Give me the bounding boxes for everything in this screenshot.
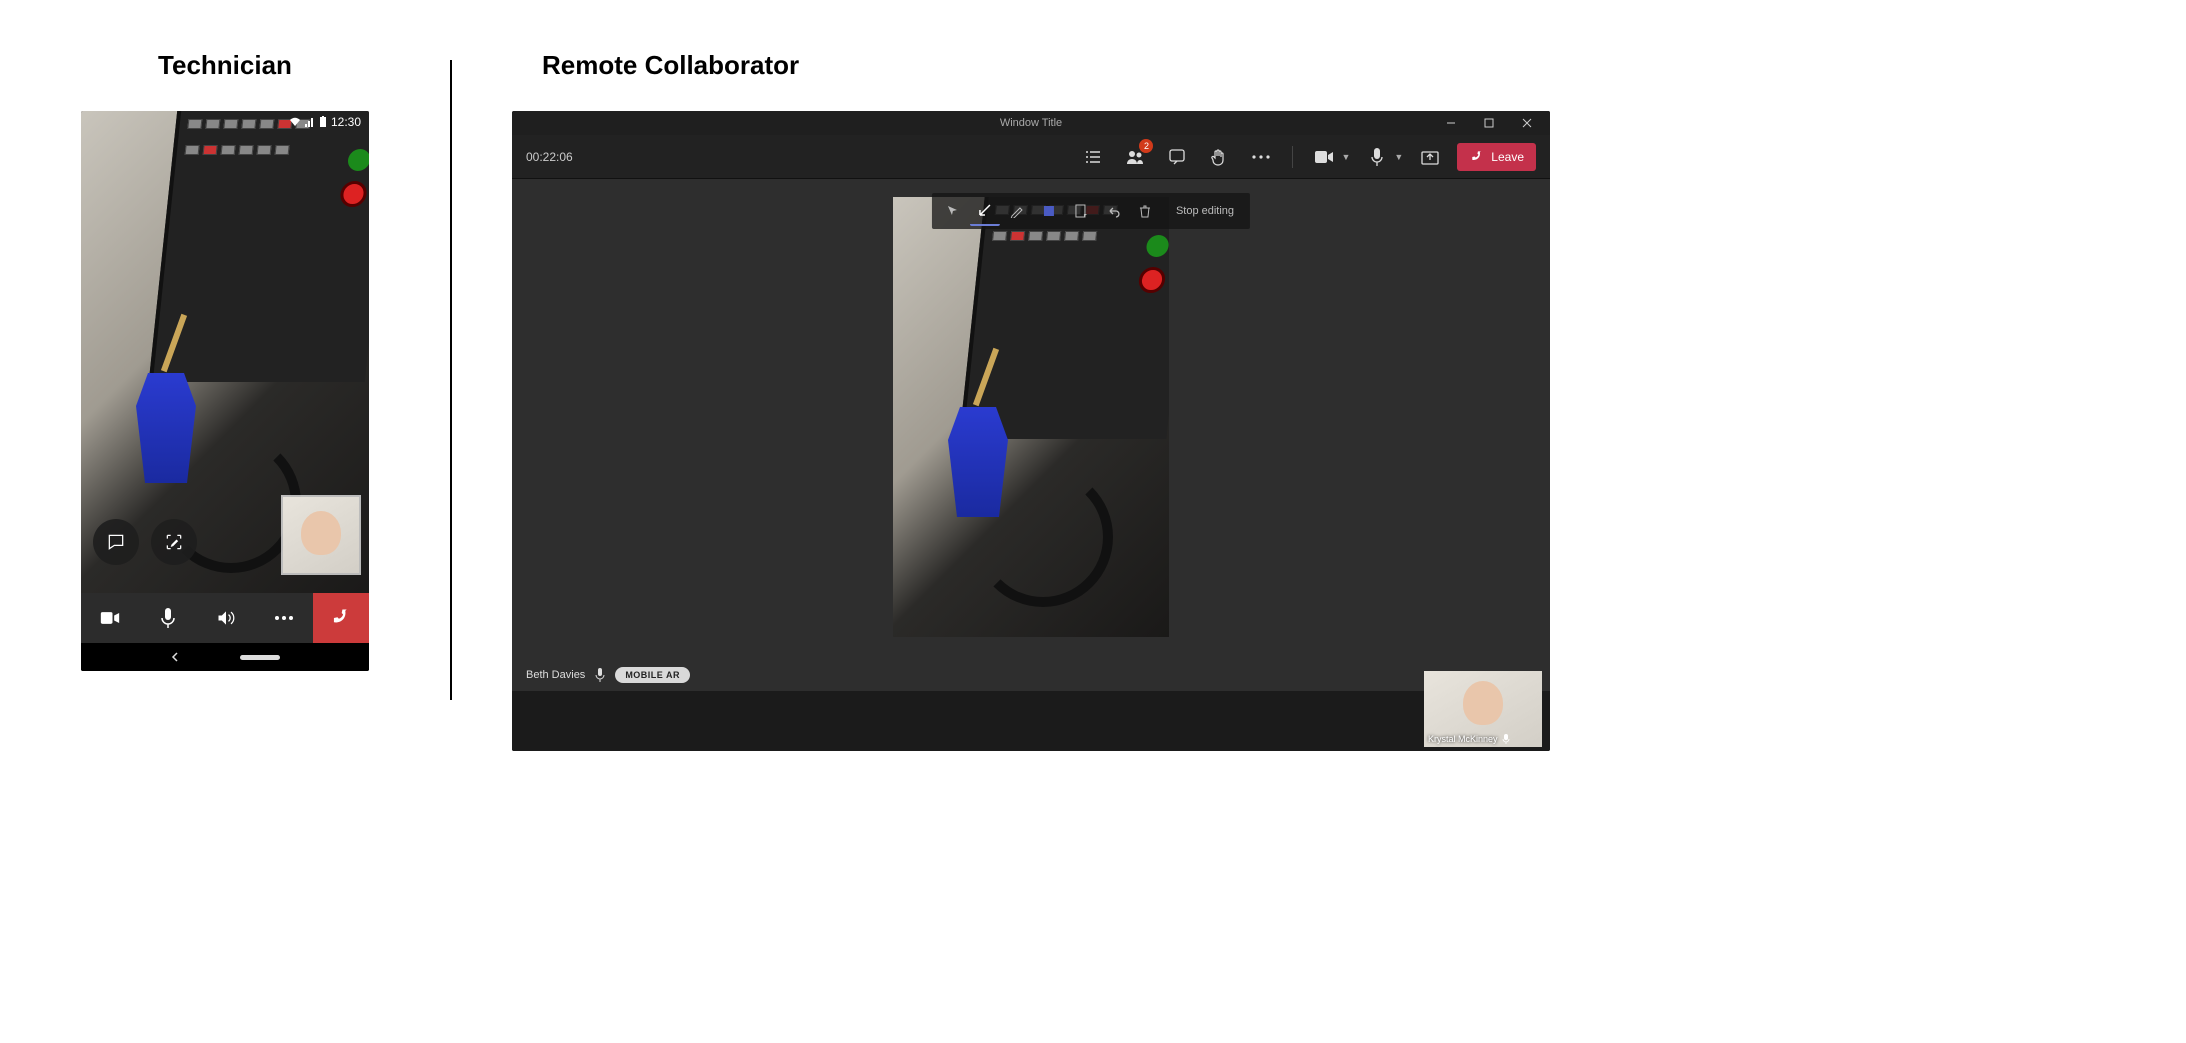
call-toolbar: 00:22:06 2 [512,135,1550,179]
note-icon [1074,204,1088,218]
window-minimize-button[interactable] [1432,111,1470,135]
camera-options-dropdown[interactable]: ▼ [1341,152,1350,162]
desktop-bottom-strip: Krystal McKinney [512,691,1550,751]
presenter-mic-icon [595,668,605,682]
self-face [301,511,341,555]
self-name: Krystal McKinney [1428,734,1498,744]
equipment-control-panel [959,197,1169,439]
technician-title: Technician [60,50,390,81]
window-title-text: Window Title [1000,117,1062,129]
air-hose [973,467,1113,607]
pen-tool-button[interactable] [1002,196,1032,226]
annotation-toolbar: Stop editing [932,193,1250,229]
chevron-left-icon [170,652,180,662]
leave-label: Leave [1491,150,1524,164]
pen-icon [1010,204,1024,218]
stop-editing-button[interactable]: Stop editing [1166,205,1244,217]
raise-hand-button[interactable] [1204,142,1234,172]
phone-device: 12:30 [81,111,369,671]
annotate-button[interactable] [151,519,197,565]
window-close-button[interactable] [1508,111,1546,135]
square-icon [1042,204,1056,218]
hand-icon [1211,148,1227,166]
equipment-control-panel [149,111,369,382]
ellipsis-icon [274,615,294,621]
maximize-icon [1484,118,1494,128]
ellipsis-icon [1252,155,1270,159]
mic-icon [1371,148,1383,166]
column-divider [450,60,452,700]
technician-column: Technician 12:30 [60,50,390,671]
roster-button[interactable] [1078,142,1108,172]
speaker-toggle-button[interactable] [197,609,255,627]
mic-toggle-button[interactable] [1362,142,1392,172]
mic-icon [161,608,175,628]
cursor-icon [946,204,960,218]
collaborator-title: Remote Collaborator [542,50,2126,81]
people-button[interactable]: 2 [1120,142,1150,172]
collaborator-column: Remote Collaborator Window Title [512,50,2126,751]
self-view-label: Krystal McKinney [1428,734,1510,744]
toolbar-separator [1292,146,1293,168]
undo-icon [1106,204,1120,218]
mobile-ar-badge: MOBILE AR [615,667,690,683]
chat-panel-button[interactable] [1162,142,1192,172]
close-icon [1522,118,1532,128]
video-icon [1315,151,1333,163]
undo-button[interactable] [1098,196,1128,226]
add-note-button[interactable] [1066,196,1096,226]
status-time: 12:30 [331,115,361,129]
speaker-icon [216,609,236,627]
hangup-button[interactable] [313,593,369,643]
phone-self-view[interactable] [283,497,359,573]
video-icon [100,611,120,625]
minimize-icon [1446,118,1456,128]
window-maximize-button[interactable] [1470,111,1508,135]
more-options-button[interactable] [255,615,313,621]
desktop-self-view[interactable]: Krystal McKinney [1424,671,1542,747]
cell-signal-icon [305,117,315,127]
list-icon [1085,150,1101,164]
presenter-info: Beth Davies MOBILE AR [526,667,690,683]
call-duration: 00:22:06 [526,150,573,164]
desktop-window: Window Title 00:22:06 [512,111,1550,751]
hangup-icon [1469,149,1485,165]
chat-button[interactable] [93,519,139,565]
share-icon [1421,149,1439,165]
phone-call-controls [81,593,369,643]
self-face [1463,681,1503,725]
annotate-icon [164,532,184,552]
mic-toggle-button[interactable] [139,608,197,628]
home-nav-button[interactable] [240,655,280,660]
presenter-name: Beth Davies [526,669,585,681]
android-nav-bar [81,643,369,671]
mic-icon [1502,734,1510,744]
mic-options-dropdown[interactable]: ▼ [1394,152,1403,162]
share-screen-button[interactable] [1415,142,1445,172]
back-nav-button[interactable] [170,652,180,662]
chat-icon [1169,149,1185,165]
battery-icon [319,116,327,128]
cursor-tool-button[interactable] [938,196,968,226]
hangup-icon [329,606,353,630]
wifi-icon [289,117,301,127]
trash-icon [1138,204,1152,218]
camera-toggle-button[interactable] [1309,142,1339,172]
leave-call-button[interactable]: Leave [1457,143,1536,171]
video-toggle-button[interactable] [81,611,139,625]
window-titlebar: Window Title [512,111,1550,135]
more-actions-button[interactable] [1246,142,1276,172]
color-picker-button[interactable] [1034,196,1064,226]
people-badge: 2 [1139,139,1153,153]
chat-icon [106,532,126,552]
arrow-icon [978,203,992,217]
shared-camera-feed[interactable] [893,197,1169,637]
meeting-stage: Stop editing Beth Davies MOBILE AR [512,179,1550,691]
delete-annotation-button[interactable] [1130,196,1160,226]
arrow-tool-button[interactable] [970,196,1000,226]
phone-statusbar: 12:30 [81,111,369,133]
